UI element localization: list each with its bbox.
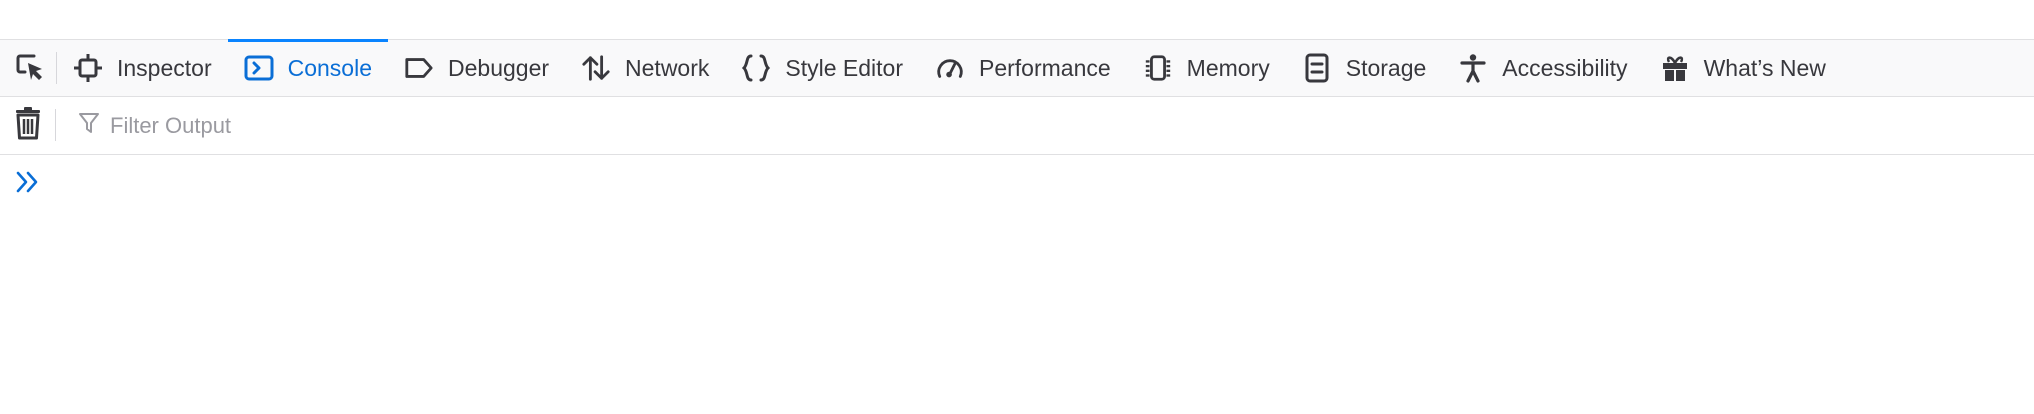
tab-accessibility[interactable]: Accessibility [1442,40,1643,96]
tab-label: What’s New [1703,54,1826,81]
tab-style-editor[interactable]: Style Editor [725,40,919,96]
tab-label: Network [625,54,710,81]
tab-memory[interactable]: Memory [1127,40,1286,96]
filter-box [78,106,712,146]
trash-icon [14,106,42,145]
performance-icon [935,53,965,83]
console-output-area [0,155,2034,414]
tab-performance[interactable]: Performance [919,40,1127,96]
accessibility-icon [1458,53,1488,83]
debugger-icon [404,53,434,83]
tab-console[interactable]: Console [227,39,389,96]
console-input[interactable] [50,165,2014,203]
tab-debugger[interactable]: Debugger [388,40,565,96]
inspector-icon [73,53,103,83]
filter-output-input[interactable] [108,111,712,140]
tab-network[interactable]: Network [565,40,725,96]
tab-label: Accessibility [1502,54,1628,81]
storage-icon [1302,53,1332,83]
double-chevron-right-icon [14,170,42,194]
tab-storage[interactable]: Storage [1286,40,1443,96]
element-picker-icon [12,49,46,88]
tab-label: Console [287,54,372,81]
filter-icon [78,111,100,140]
window-top-strip [0,0,2034,40]
style-editor-icon [741,53,771,83]
console-toolbar [0,97,2034,155]
clear-console-button[interactable] [0,97,56,154]
console-icon [244,53,274,83]
tab-inspector[interactable]: Inspector [57,40,228,96]
gift-icon [1660,53,1690,83]
network-icon [581,53,611,83]
tab-whats-new[interactable]: What’s New [1644,40,1842,96]
element-picker-button[interactable] [0,40,57,96]
tab-label: Inspector [117,54,212,81]
devtools-tabbar: Inspector Console Debugger Network Style… [0,39,2034,97]
memory-icon [1143,53,1173,83]
tab-label: Memory [1186,54,1270,81]
tab-label: Debugger [448,54,550,81]
tab-label: Performance [979,54,1111,81]
tab-label: Style Editor [785,54,903,81]
tab-label: Storage [1345,54,1427,81]
